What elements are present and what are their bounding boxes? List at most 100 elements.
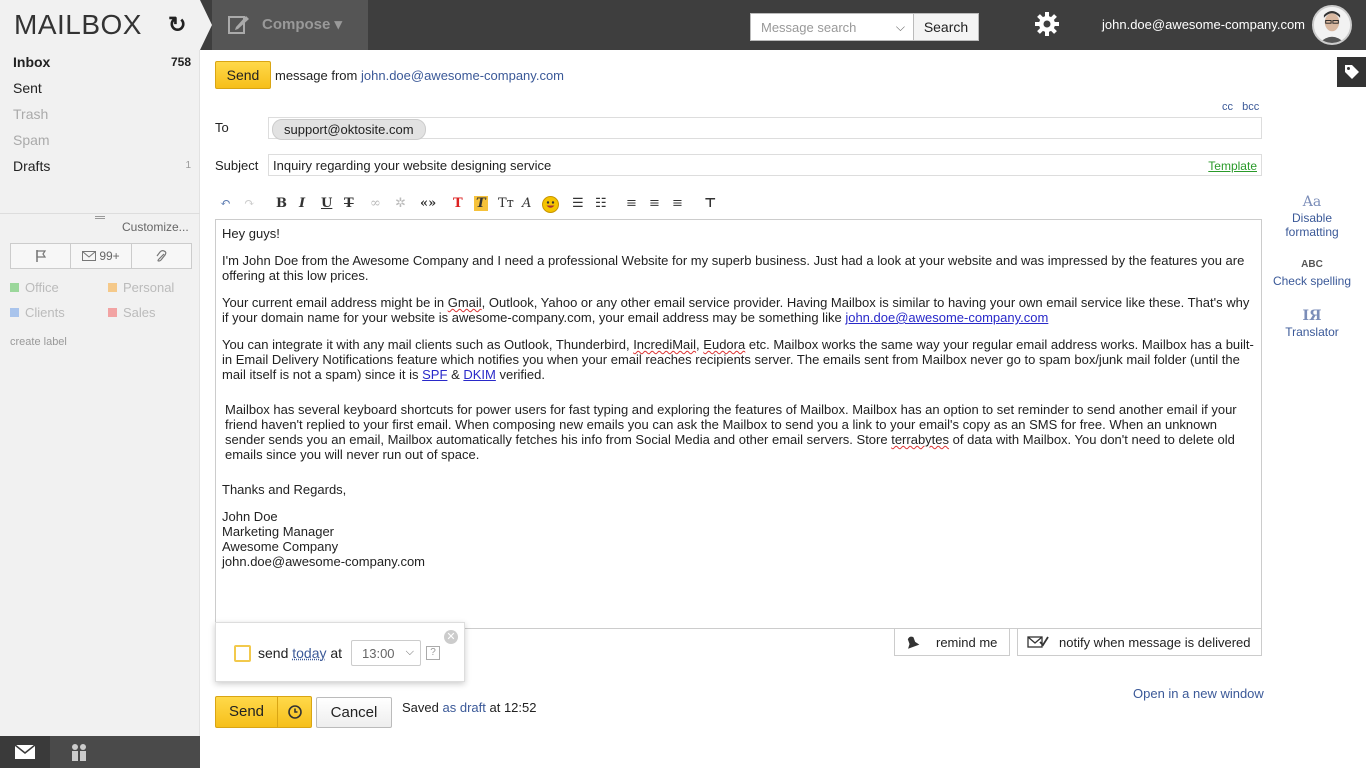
cancel-button[interactable]: Cancel [316, 697, 392, 728]
avatar[interactable] [1312, 5, 1352, 45]
misspelled-word[interactable]: Eudora [703, 337, 745, 352]
dkim-link[interactable]: DKIM [463, 367, 496, 382]
misspelled-word[interactable]: IncrediMail [633, 337, 696, 352]
notify-delivered-button[interactable]: notify when message is delivered [1017, 628, 1262, 656]
body-paragraph-2: Your current email address might be in G… [222, 295, 1255, 325]
text: send [258, 645, 289, 661]
envelope-icon [82, 251, 97, 261]
send-button-top[interactable]: Send [215, 61, 271, 89]
cc-link[interactable]: cc [1222, 101, 1233, 113]
search-button[interactable]: Search [913, 13, 979, 41]
highlight-icon[interactable]: T [474, 196, 488, 211]
font-family-icon[interactable]: A [522, 196, 531, 211]
schedule-send-button[interactable] [277, 696, 312, 728]
redo-icon[interactable]: ↷ [244, 196, 255, 211]
help-icon[interactable]: ? [426, 646, 440, 660]
spf-link[interactable]: SPF [422, 367, 447, 382]
send-later-checkbox[interactable] [234, 645, 251, 662]
translator-label: Translator [1285, 325, 1339, 339]
unlink-icon[interactable]: ✲ [395, 196, 406, 211]
misspelled-word[interactable]: terrabytes [891, 432, 949, 447]
check-spelling-button[interactable]: ABC Check spelling [1266, 258, 1358, 288]
drafts-link[interactable]: as draft [443, 700, 486, 715]
tag-icon [1345, 65, 1359, 79]
subject-field[interactable]: Inquiry regarding your website designing… [268, 154, 1262, 176]
numbered-list-icon[interactable]: ☷ [595, 196, 607, 211]
bcc-link[interactable]: bcc [1242, 101, 1259, 113]
top-bar: MAILBOX ↻ Compose ▾ ⌵ Search john.doe@aw… [0, 0, 1366, 50]
to-field[interactable]: support@oktosite.com [268, 117, 1262, 140]
customize-link[interactable]: Customize... [122, 220, 189, 234]
label-office[interactable]: Office [10, 280, 59, 295]
message-body-editor[interactable]: Hey guys! I'm John Doe from the Awesome … [215, 219, 1262, 629]
sidebar: Inbox 758 Sent Trash Spam Drafts 1 Custo… [0, 50, 200, 736]
emoji-icon[interactable] [542, 196, 559, 217]
clear-formatting-icon[interactable]: ⊤ [704, 196, 716, 211]
envelope-check-icon [1027, 636, 1049, 648]
filter-bar: 99+ [10, 243, 192, 269]
signature-company: Awesome Company [222, 539, 339, 554]
text: & [451, 367, 460, 382]
gear-icon[interactable] [1033, 10, 1061, 38]
attachment-filter-button[interactable] [132, 244, 191, 268]
send-button[interactable]: Send [215, 696, 278, 728]
recipient-chip[interactable]: support@oktosite.com [272, 119, 426, 140]
labels-tab[interactable] [1337, 57, 1366, 87]
align-left-icon[interactable]: ≡ [626, 196, 637, 211]
align-right-icon[interactable]: ≡ [672, 196, 683, 211]
resize-handle[interactable] [95, 216, 105, 219]
send-later-day-link[interactable]: today [292, 645, 326, 661]
align-center-icon[interactable]: ≡ [649, 196, 660, 211]
drafts-count: 1 [185, 160, 191, 171]
text: Saved [402, 700, 439, 715]
compose-button[interactable]: Compose ▾ [212, 0, 368, 50]
sidebar-item-spam[interactable]: Spam [13, 132, 50, 148]
mail-tab[interactable] [0, 736, 50, 768]
search-box[interactable]: ⌵ [750, 13, 914, 41]
search-input[interactable] [751, 14, 881, 40]
disable-formatting-label: Disable formatting [1285, 211, 1339, 239]
disable-formatting-button[interactable]: Aa Disable formatting [1266, 195, 1358, 239]
sidebar-bottom-bar [0, 736, 200, 768]
chevron-down-icon[interactable]: ⌵ [896, 20, 905, 35]
remind-me-button[interactable]: remind me [894, 628, 1010, 656]
user-email[interactable]: john.doe@awesome-company.com [1102, 17, 1305, 32]
spellcheck-icon: ABC [1301, 259, 1323, 270]
body-paragraph-1: I'm John Doe from the Awesome Company an… [222, 253, 1245, 283]
label-personal[interactable]: Personal [108, 280, 174, 295]
check-spelling-label: Check spelling [1272, 274, 1352, 288]
create-label-link[interactable]: create label [10, 336, 67, 348]
refresh-icon[interactable]: ↻ [168, 12, 186, 38]
logo[interactable]: MAILBOX [14, 9, 142, 41]
sidebar-item-trash[interactable]: Trash [13, 106, 48, 122]
undo-icon[interactable]: ↶ [220, 196, 231, 211]
text-color-icon[interactable]: T [453, 196, 463, 211]
unread-filter-button[interactable]: 99+ [71, 244, 132, 268]
close-icon[interactable]: ✕ [444, 630, 458, 644]
underline-icon[interactable]: U [321, 196, 332, 211]
label-clients[interactable]: Clients [10, 305, 65, 320]
italic-icon[interactable]: I [299, 196, 305, 211]
sidebar-item-drafts[interactable]: Drafts [13, 158, 50, 174]
label-swatch [10, 283, 19, 292]
contacts-icon[interactable] [68, 743, 90, 761]
translator-button[interactable]: IЯ Translator [1266, 309, 1358, 339]
label-name: Clients [25, 305, 65, 320]
strikethrough-icon[interactable]: T [344, 196, 354, 211]
from-email[interactable]: john.doe@awesome-company.com [361, 68, 564, 83]
sidebar-item-inbox[interactable]: Inbox [13, 54, 50, 70]
font-size-icon[interactable]: Tт [498, 196, 514, 211]
label-swatch [10, 308, 19, 317]
send-later-time-select[interactable]: 13:00 ⌵ [351, 640, 421, 666]
label-sales[interactable]: Sales [108, 305, 156, 320]
bold-icon[interactable]: B [276, 196, 287, 211]
flag-filter-button[interactable] [11, 244, 72, 268]
email-link[interactable]: john.doe@awesome-company.com [845, 310, 1048, 325]
template-link[interactable]: Template [1208, 159, 1257, 173]
quote-icon[interactable]: «» [420, 196, 436, 211]
link-icon[interactable]: ∞ [370, 196, 381, 211]
open-new-window-link[interactable]: Open in a new window [1133, 686, 1264, 701]
bullet-list-icon[interactable]: ☰ [572, 196, 584, 211]
sidebar-item-sent[interactable]: Sent [13, 80, 42, 96]
misspelled-word[interactable]: Gmail [448, 295, 482, 310]
